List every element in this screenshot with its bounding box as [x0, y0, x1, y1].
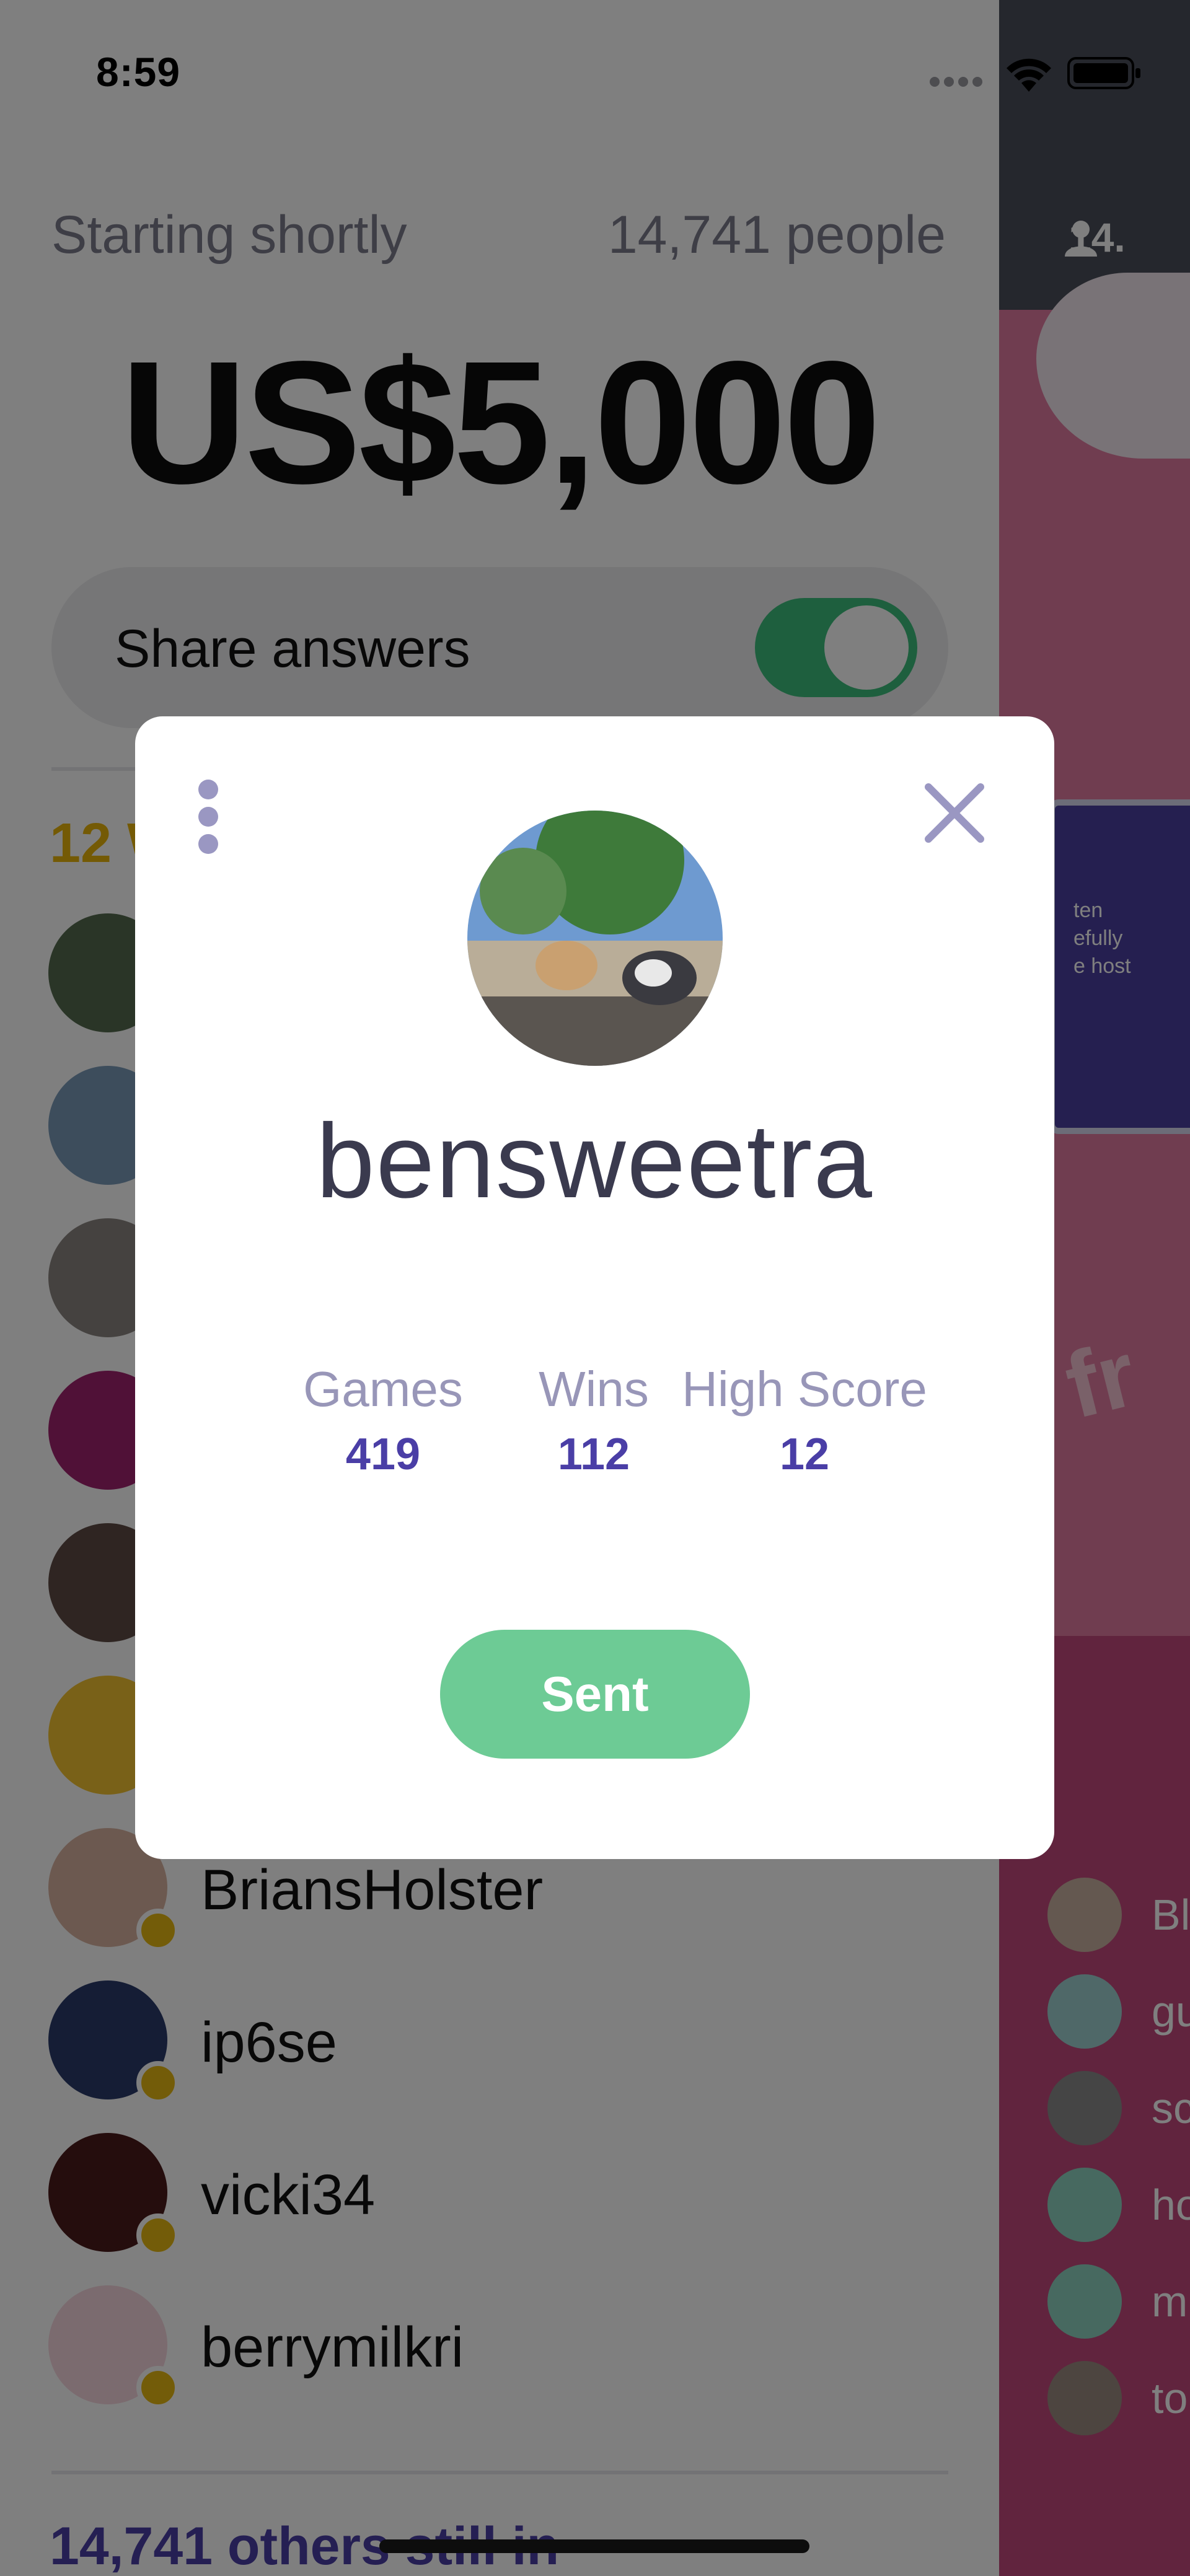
- stat-label: Wins: [539, 1361, 649, 1417]
- stat-value: 12: [779, 1430, 830, 1479]
- stat-label: High Score: [682, 1361, 927, 1417]
- friend-request-sent-button[interactable]: Sent: [440, 1630, 750, 1759]
- close-icon[interactable]: [917, 776, 992, 850]
- profile-modal: bensweetra Games 419 Wins 112 High Score…: [135, 716, 1054, 1859]
- stat-high-score: High Score 12: [681, 1361, 928, 1480]
- stat-value: 419: [345, 1430, 421, 1479]
- profile-username: bensweetra: [316, 1102, 873, 1220]
- home-indicator[interactable]: [379, 2539, 809, 2553]
- stat-label: Games: [303, 1361, 463, 1417]
- stat-value: 112: [557, 1430, 630, 1479]
- stat-games: Games 419: [265, 1361, 501, 1480]
- more-options-icon[interactable]: [195, 780, 222, 854]
- profile-avatar: [467, 811, 723, 1066]
- stat-wins: Wins 112: [507, 1361, 681, 1480]
